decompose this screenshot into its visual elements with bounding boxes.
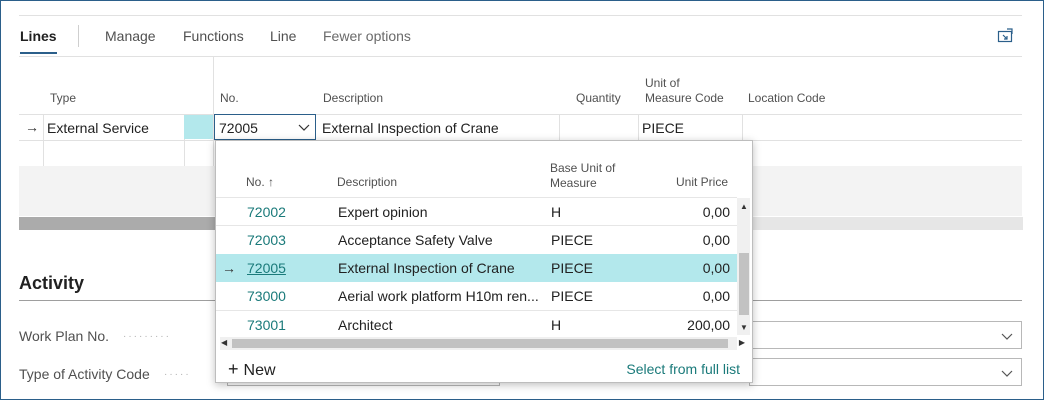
grid-column-divider — [742, 115, 743, 141]
lookup-row-no[interactable]: 72002 — [247, 204, 286, 220]
column-header-description[interactable]: Description — [323, 91, 383, 106]
type-of-activity-field[interactable] — [749, 358, 1022, 386]
lookup-row-no[interactable]: 72005 — [247, 260, 286, 276]
scroll-down-icon[interactable]: ▼ — [740, 323, 748, 332]
lookup-row-description: Expert opinion — [338, 204, 428, 220]
lookup-row-no[interactable]: 72003 — [247, 232, 286, 248]
grid-column-divider — [43, 115, 44, 167]
lookup-row-price: 0,00 — [702, 232, 730, 248]
functions-button[interactable]: Functions — [183, 28, 244, 44]
grid-horizontal-scroll-track[interactable] — [753, 217, 1023, 230]
column-header-location[interactable]: Location Code — [748, 91, 825, 106]
line-button[interactable]: Line — [270, 28, 296, 44]
lookup-header-unit-price[interactable]: Unit Price — [676, 175, 728, 190]
lookup-row-description: Acceptance Safety Valve — [338, 232, 493, 248]
item-lookup-dropdown: No. ↑ Description Base Unit of Measure U… — [215, 140, 753, 383]
column-header-uom[interactable]: Unit of Measure Code — [645, 76, 724, 106]
lookup-horizontal-scrollbar[interactable]: ◀ ▶ — [220, 337, 745, 350]
lookup-row[interactable]: 72003 Acceptance Safety Valve PIECE 0,00 — [216, 226, 737, 254]
manage-button[interactable]: Manage — [105, 28, 156, 44]
lookup-row[interactable]: 73001 Architect H 200,00 — [216, 311, 737, 339]
column-header-type[interactable]: Type — [50, 91, 76, 106]
label-leader-dots: ····· — [164, 369, 191, 380]
column-header-uom-line2: Measure Code — [645, 91, 724, 105]
lookup-row-uom: PIECE — [551, 288, 594, 304]
lookup-header-no[interactable]: No. ↑ — [246, 175, 274, 190]
column-header-quantity[interactable]: Quantity — [576, 91, 621, 106]
column-header-no[interactable]: No. — [220, 91, 239, 106]
lookup-row-no[interactable]: 73000 — [247, 288, 286, 304]
lookup-row-selected[interactable]: → 72005 External Inspection of Crane PIE… — [216, 254, 737, 282]
cell-highlight[interactable] — [184, 115, 213, 139]
lookup-vertical-scrollbar[interactable]: ▲ ▼ — [737, 198, 750, 335]
action-separator — [78, 25, 79, 47]
collapse-icon[interactable] — [997, 28, 1013, 44]
chevron-down-icon[interactable] — [298, 122, 310, 132]
work-plan-label: Work Plan No. — [19, 328, 109, 344]
lookup-row-price: 200,00 — [687, 317, 730, 333]
type-of-activity-label: Type of Activity Code — [19, 366, 150, 382]
new-button[interactable]: + New — [228, 359, 276, 380]
grid-column-divider — [213, 57, 214, 167]
lookup-vertical-scroll-thumb[interactable] — [739, 253, 749, 315]
scroll-right-icon[interactable]: ▶ — [739, 338, 745, 347]
lookup-row-description: Aerial work platform H10m ren... — [338, 288, 539, 304]
lookup-row-uom: H — [551, 317, 562, 333]
fewer-options-button[interactable]: Fewer options — [323, 28, 411, 44]
cell-type[interactable]: External Service — [47, 120, 149, 136]
cell-uom[interactable]: PIECE — [642, 120, 684, 136]
tab-lines[interactable]: Lines — [20, 28, 57, 54]
lookup-row-description: Architect — [338, 317, 393, 333]
no-input-value: 72005 — [219, 120, 258, 136]
grid-horizontal-scrollbar[interactable] — [19, 217, 215, 230]
cell-description[interactable]: External Inspection of Crane — [322, 120, 499, 136]
grid-column-divider — [559, 115, 560, 141]
lookup-row-description: External Inspection of Crane — [338, 260, 515, 276]
lookup-header-base-uom[interactable]: Base Unit of Measure — [550, 161, 615, 191]
lookup-header-base-uom-line1: Base Unit of — [550, 161, 616, 175]
row-selector-arrow-icon[interactable]: → — [25, 119, 39, 135]
scroll-left-icon[interactable]: ◀ — [221, 338, 227, 347]
scroll-up-icon[interactable]: ▲ — [740, 202, 748, 211]
new-button-label: New — [243, 362, 276, 379]
grid-row-divider — [19, 114, 1022, 115]
row-selector-arrow-icon: → — [222, 260, 236, 276]
lookup-row-uom: PIECE — [551, 260, 594, 276]
work-plan-field[interactable] — [749, 321, 1022, 349]
action-bar-divider — [19, 56, 1022, 57]
grid-column-divider — [638, 115, 639, 141]
lookup-row[interactable]: 72002 Expert opinion H 0,00 — [216, 198, 737, 226]
label-leader-dots: ········· — [123, 331, 171, 342]
select-from-full-list-link[interactable]: Select from full list — [626, 361, 740, 377]
lookup-row-uom: PIECE — [551, 232, 594, 248]
activity-section-title[interactable]: Activity — [19, 273, 84, 294]
lookup-row[interactable]: 73000 Aerial work platform H10m ren... P… — [216, 282, 737, 310]
lookup-header-base-uom-line2: Measure — [550, 176, 597, 190]
lookup-row-price: 0,00 — [702, 288, 730, 304]
lookup-row-no[interactable]: 73001 — [247, 317, 286, 333]
lookup-header-description[interactable]: Description — [337, 175, 397, 190]
lookup-horizontal-scroll-thumb[interactable] — [232, 339, 728, 348]
chevron-down-icon[interactable] — [1001, 331, 1013, 341]
no-input[interactable]: 72005 — [214, 114, 316, 140]
app-frame: Lines Manage Functions Line Fewer option… — [0, 0, 1044, 400]
lines-action-bar: Lines Manage Functions Line Fewer option… — [1, 17, 1043, 57]
chevron-down-icon[interactable] — [1001, 368, 1013, 378]
lookup-row-price: 0,00 — [702, 260, 730, 276]
plus-icon: + — [228, 359, 239, 379]
top-divider — [19, 15, 1022, 16]
lookup-row-uom: H — [551, 204, 562, 220]
column-header-uom-line1: Unit of — [645, 76, 680, 90]
lookup-row-price: 0,00 — [702, 204, 730, 220]
